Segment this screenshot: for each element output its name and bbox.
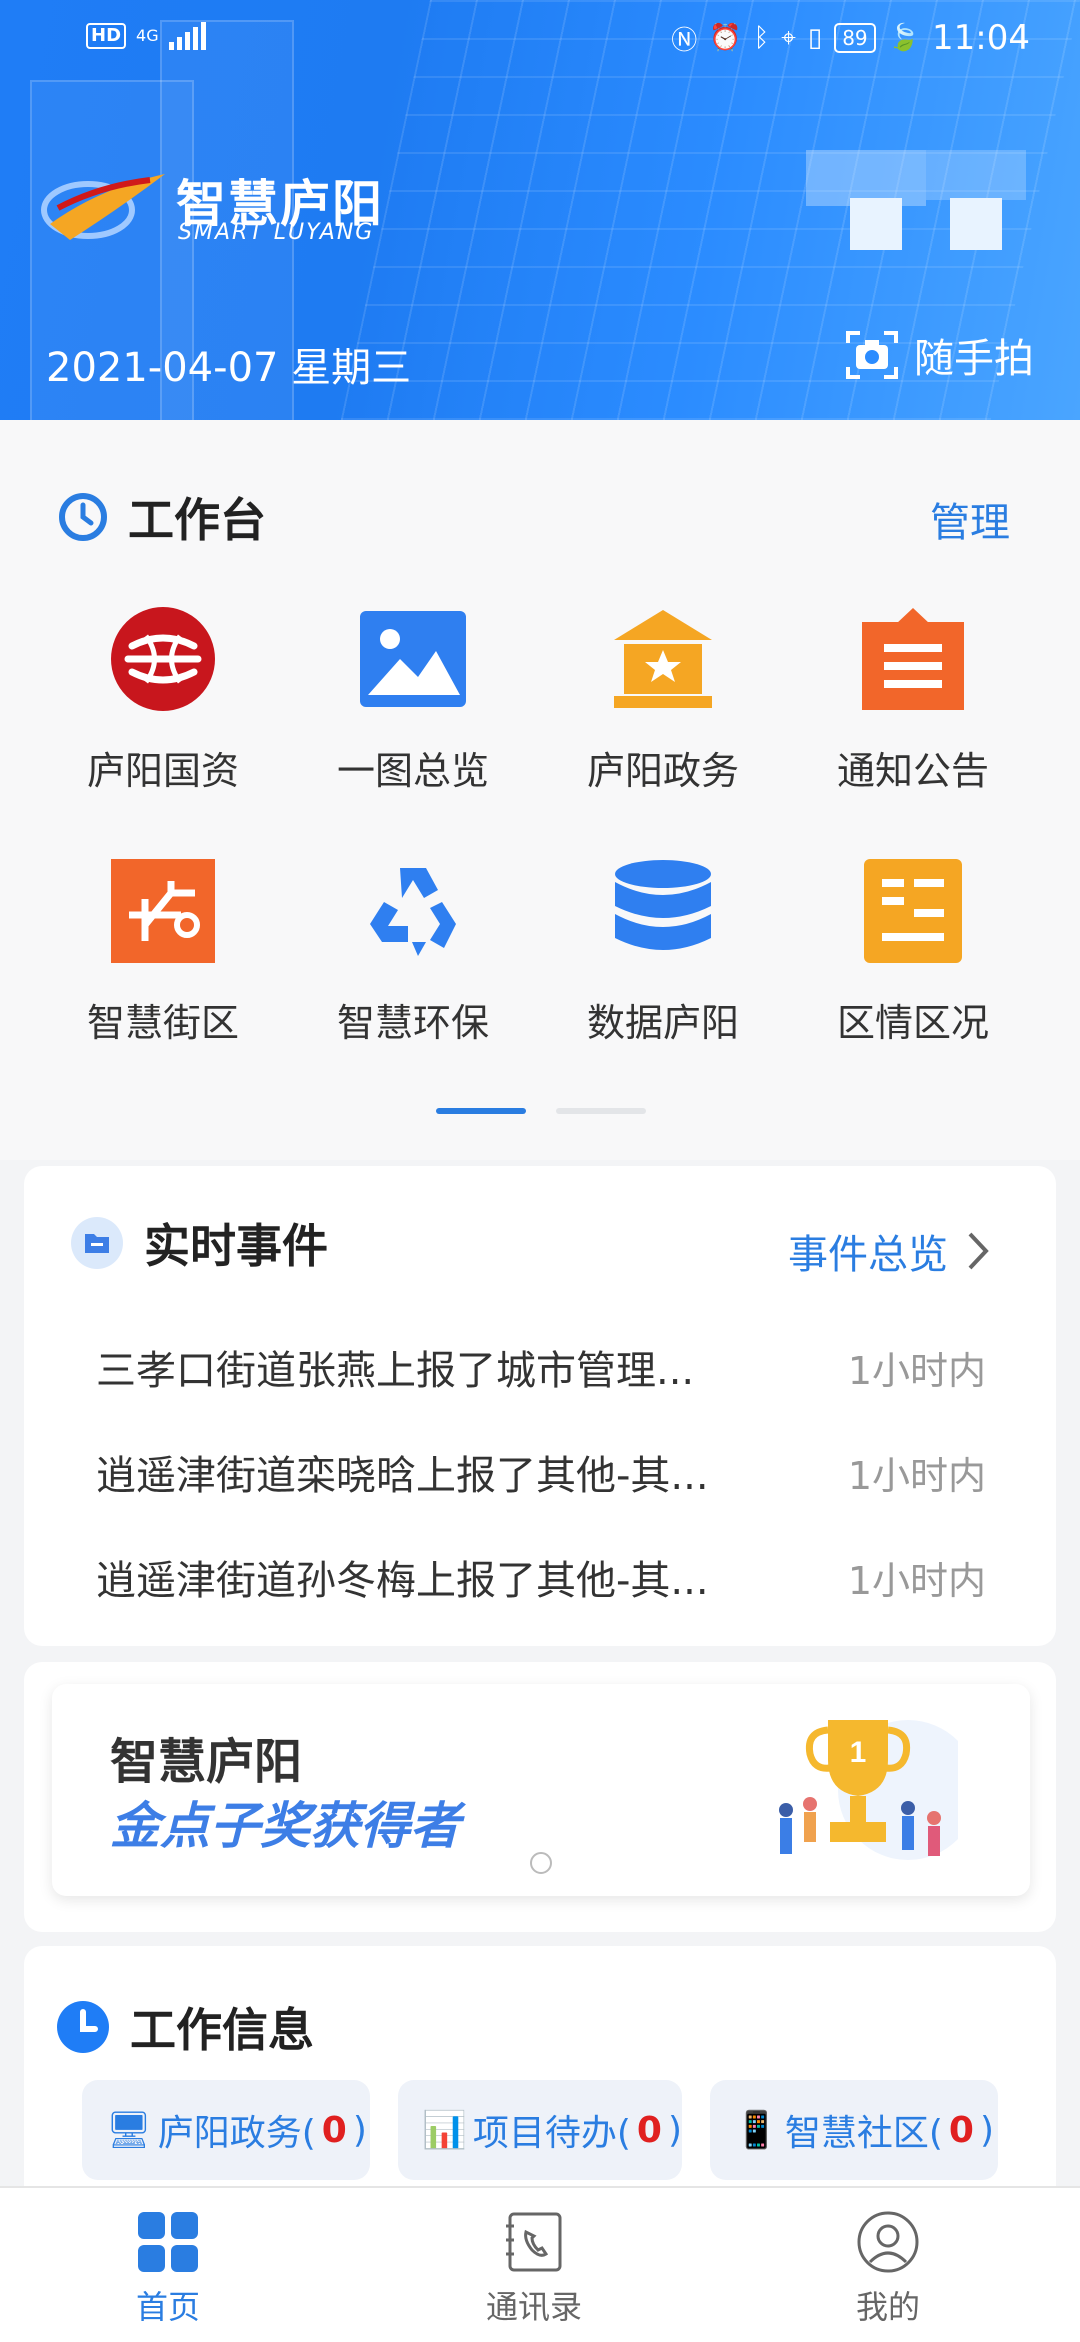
events-title-text: 实时事件 bbox=[144, 1219, 328, 1273]
app-overview-map[interactable]: 一图总览 bbox=[288, 604, 538, 824]
contacts-icon bbox=[506, 2212, 562, 2272]
app-notice[interactable]: 通知公告 bbox=[788, 604, 1038, 824]
event-time: 1小时内 bbox=[847, 1558, 986, 1603]
chevron-right-icon bbox=[968, 1232, 989, 1270]
district-icon bbox=[858, 856, 968, 966]
chip-count: 0 bbox=[948, 2109, 974, 2151]
workbench-title-text: 工作台 bbox=[128, 493, 266, 547]
app-label: 区情区况 bbox=[836, 1001, 989, 1045]
recycle-icon bbox=[358, 856, 468, 966]
tab-label: 首页 bbox=[135, 2288, 200, 2326]
status-bar: HD 4G Ⓝ ⏰ ᛒ ⌖ ▯ 89 🍃 11:04 bbox=[0, 0, 1080, 80]
notice-icon bbox=[858, 604, 968, 714]
vibrate-icon: ▯ bbox=[807, 23, 823, 53]
work-info-title-text: 工作信息 bbox=[130, 2003, 314, 2057]
event-text: 逍遥津街道栾晓晗上报了其他-其... bbox=[96, 1453, 709, 1499]
signal-icon bbox=[168, 22, 206, 50]
hd-badge: HD bbox=[86, 23, 127, 49]
chip-close: ) bbox=[667, 2109, 682, 2151]
app-logo: 智慧庐阳 SMART LUYANG bbox=[40, 150, 420, 260]
chip-label: 智慧社区( bbox=[784, 2113, 943, 2154]
government-icon bbox=[608, 604, 718, 714]
banner-title: 智慧庐阳 bbox=[110, 1734, 303, 1790]
image-icon bbox=[358, 604, 468, 714]
leaf-icon: 🍃 bbox=[887, 23, 921, 53]
trophy-illustration-icon: 1 bbox=[779, 1720, 958, 1860]
tab-label: 通讯录 bbox=[485, 2288, 582, 2326]
database-icon bbox=[608, 856, 718, 966]
chip-label: 庐阳政务( bbox=[157, 2113, 316, 2154]
logo-subtitle: SMART LUYANG bbox=[178, 220, 375, 245]
app-smart-street[interactable]: 智慧街区 bbox=[38, 856, 288, 1076]
nfc-icon: Ⓝ bbox=[671, 25, 698, 56]
work-chip-project-todo[interactable]: 📊 项目待办(0) bbox=[398, 2080, 682, 2180]
events-overview-link[interactable]: 事件总览 bbox=[788, 1222, 990, 1280]
logo-swoosh-icon bbox=[41, 174, 165, 240]
manage-button[interactable]: 管理 bbox=[930, 490, 1010, 548]
chip-close: ) bbox=[352, 2109, 367, 2151]
svg-text:1: 1 bbox=[850, 1736, 867, 1769]
bluetooth-icon: ᛒ bbox=[753, 23, 770, 53]
home-grid-icon bbox=[138, 2212, 198, 2272]
location-icon: ⌖ bbox=[781, 22, 796, 53]
chip-count: 0 bbox=[636, 2109, 662, 2151]
guozi-icon bbox=[108, 604, 218, 714]
phone-icon: 📱 bbox=[734, 2110, 779, 2151]
pager-indicator[interactable] bbox=[556, 1108, 646, 1114]
camera-icon bbox=[846, 331, 898, 379]
chip-close: ) bbox=[979, 2109, 994, 2151]
folder-icon bbox=[71, 1217, 123, 1269]
tab-profile[interactable]: 我的 bbox=[788, 2210, 988, 2328]
events-overview-label: 事件总览 bbox=[788, 1232, 948, 1278]
app-label: 庐阳政务 bbox=[586, 749, 739, 793]
app-data-luyang[interactable]: 数据庐阳 bbox=[538, 856, 788, 1076]
events-title: 实时事件 bbox=[70, 1210, 328, 1276]
banner-subtitle: 金点子奖获得者 bbox=[110, 1797, 460, 1855]
app-district-status[interactable]: 区情区况 bbox=[788, 856, 1038, 1076]
banner-page-dot bbox=[530, 1852, 552, 1874]
project-icon: 📊 bbox=[422, 2110, 467, 2151]
event-item[interactable]: 逍遥津街道孙冬梅上报了其他-其... 1小时内 bbox=[96, 1548, 986, 1606]
clock-icon bbox=[57, 2001, 109, 2053]
event-item[interactable]: 三孝口街道张燕上报了城市管理... 1小时内 bbox=[96, 1338, 986, 1396]
work-chip-government[interactable]: 🖥 庐阳政务(0) bbox=[82, 2080, 370, 2180]
alarm-icon: ⏰ bbox=[709, 23, 742, 53]
event-text: 逍遥津街道孙冬梅上报了其他-其... bbox=[96, 1558, 709, 1604]
snapshot-label: 随手拍 bbox=[914, 336, 1034, 382]
street-icon bbox=[108, 856, 218, 966]
desk-icon: 🖥 bbox=[106, 2110, 152, 2151]
event-time: 1小时内 bbox=[847, 1348, 986, 1393]
app-label: 智慧街区 bbox=[86, 1001, 239, 1045]
battery-icon: 89 bbox=[834, 23, 876, 53]
snapshot-button[interactable]: 随手拍 bbox=[844, 326, 1034, 384]
tab-home[interactable]: 首页 bbox=[68, 2210, 268, 2328]
timer-icon bbox=[59, 493, 107, 541]
app-smart-environment[interactable]: 智慧环保 bbox=[288, 856, 538, 1076]
chip-label: 项目待办( bbox=[472, 2113, 631, 2154]
header-banner: HD 4G Ⓝ ⏰ ᛒ ⌖ ▯ 89 🍃 11:04 智慧庐阳 SMART LU… bbox=[0, 0, 1080, 420]
app-luyang-government[interactable]: 庐阳政务 bbox=[538, 604, 788, 824]
current-date: 2021-04-07 星期三 bbox=[46, 345, 412, 391]
pager-indicator-active[interactable] bbox=[436, 1108, 526, 1114]
event-item[interactable]: 逍遥津街道栾晓晗上报了其他-其... 1小时内 bbox=[96, 1443, 986, 1501]
app-luyang-guozi[interactable]: 庐阳国资 bbox=[38, 604, 288, 824]
app-label: 通知公告 bbox=[836, 749, 989, 793]
work-chip-smart-community[interactable]: 📱 智慧社区(0) bbox=[710, 2080, 998, 2180]
chip-count: 0 bbox=[321, 2109, 347, 2151]
app-label: 庐阳国资 bbox=[86, 749, 239, 793]
work-info-title: 工作信息 bbox=[56, 1994, 314, 2060]
app-label: 数据庐阳 bbox=[586, 1001, 739, 1045]
tab-label: 我的 bbox=[855, 2288, 920, 2326]
bottom-tab-bar: 首页 通讯录 我的 bbox=[0, 2186, 1080, 2342]
clock: 11:04 bbox=[932, 18, 1030, 58]
tab-contacts[interactable]: 通讯录 bbox=[434, 2210, 634, 2328]
event-text: 三孝口街道张燕上报了城市管理... bbox=[96, 1348, 695, 1394]
network-type: 4G bbox=[136, 26, 159, 45]
app-label: 一图总览 bbox=[336, 749, 489, 793]
profile-icon bbox=[857, 2211, 919, 2273]
event-time: 1小时内 bbox=[847, 1453, 986, 1498]
app-label: 智慧环保 bbox=[336, 1001, 489, 1045]
workbench-title: 工作台 bbox=[58, 484, 266, 550]
